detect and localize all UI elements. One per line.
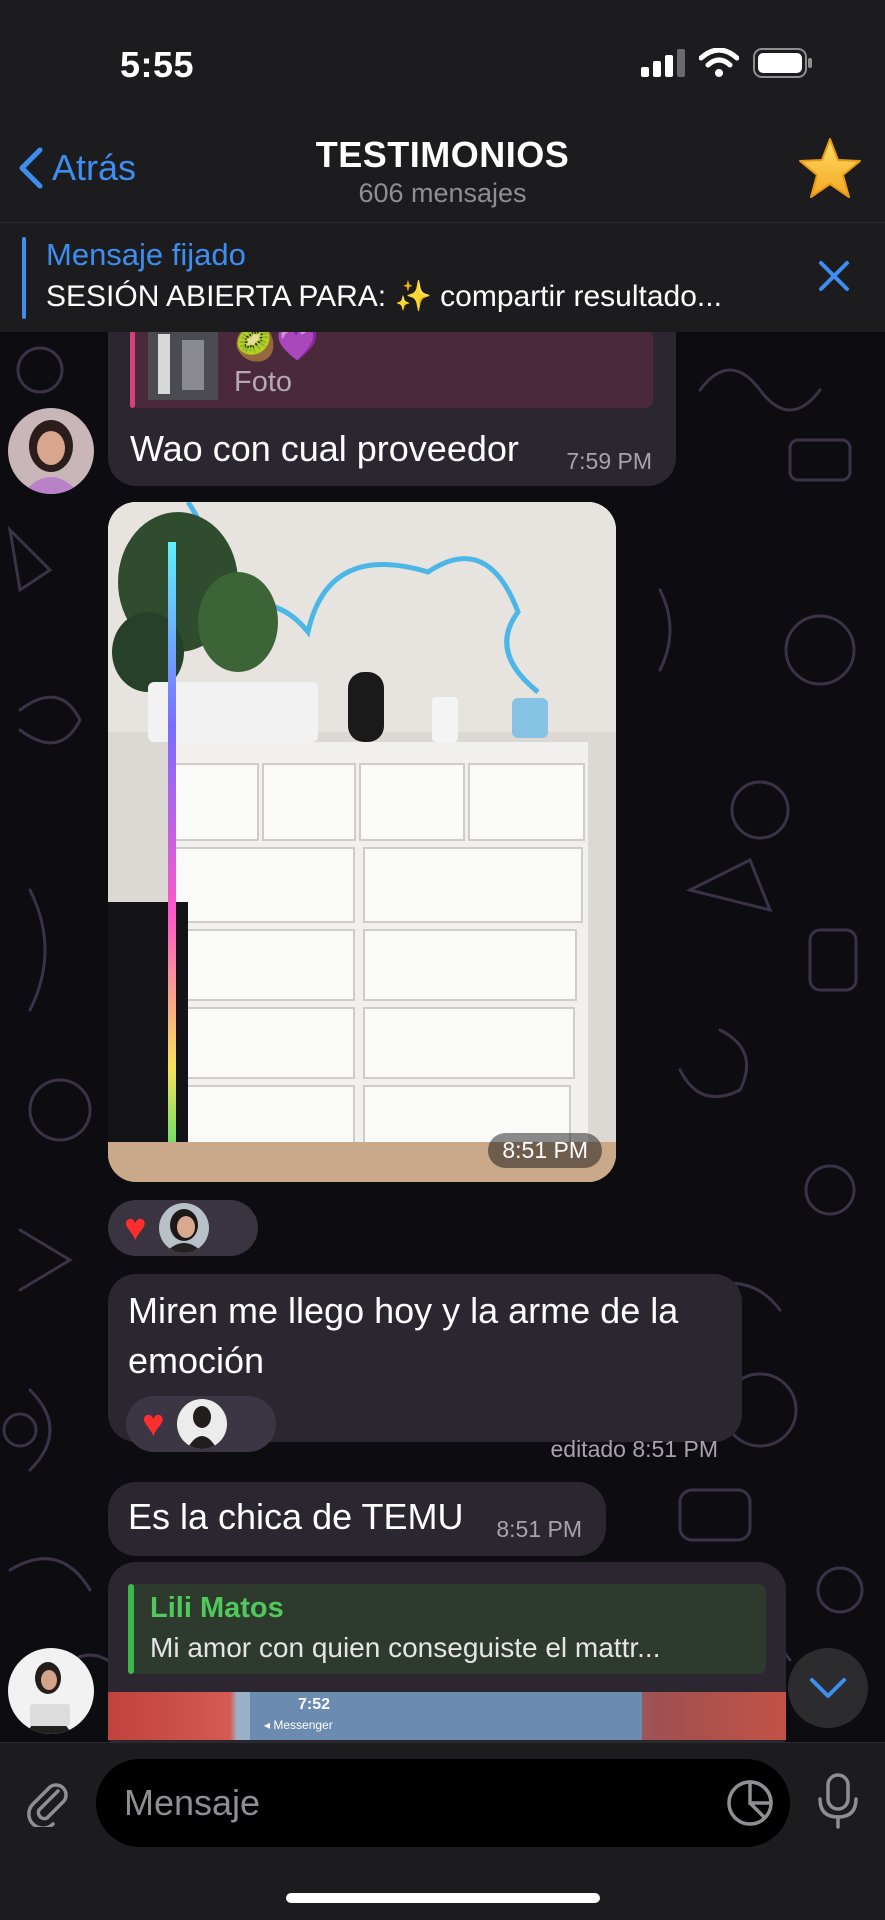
- message-bubble[interactable]: Miren me llego hoy y la arme de la emoci…: [108, 1274, 742, 1462]
- heart-icon: ♥: [142, 1403, 165, 1445]
- image-preview[interactable]: 7:52 ◂ Messenger: [108, 1692, 786, 1740]
- preview-time: 7:52: [298, 1696, 331, 1713]
- scroll-to-bottom-button[interactable]: [788, 1648, 868, 1728]
- reaction-chip[interactable]: ♥: [126, 1396, 276, 1452]
- chevron-down-icon: [810, 1678, 846, 1698]
- message-time: 7:59 PM: [566, 448, 652, 474]
- reactor-avatar: [176, 1399, 227, 1449]
- message-time: 8:51 PM: [496, 1516, 582, 1542]
- photo-time: 8:51 PM: [488, 1133, 602, 1168]
- pinned-text: SESIÓN ABIERTA PARA: ✨ compartir resulta…: [46, 280, 722, 313]
- status-icons: [641, 48, 813, 78]
- heart-icon: ♥: [124, 1207, 147, 1249]
- chat-title[interactable]: TESTIMONIOS: [0, 134, 885, 176]
- message-text: Es la chica de TEMU: [128, 1496, 464, 1537]
- preview-app: ◂ Messenger: [264, 1718, 333, 1732]
- reply-sender: Lili Matos: [150, 1592, 284, 1624]
- message-text: Wao con cual proveedor: [130, 428, 519, 469]
- reply-bar: [130, 330, 135, 408]
- message-field[interactable]: [96, 1759, 790, 1847]
- photo-message[interactable]: 8:51 PM: [108, 502, 616, 1182]
- paperclip-icon[interactable]: [22, 1777, 72, 1827]
- navigation-header: 5:55 Atrás TESTIMONIOS 606 mensajes: [0, 0, 885, 222]
- reply-text: Mi amor con quien conseguiste el mattr..…: [150, 1632, 661, 1663]
- sender-avatar[interactable]: [8, 408, 94, 494]
- pinned-message-bar[interactable]: Mensaje fijado SESIÓN ABIERTA PARA: ✨ co…: [0, 222, 885, 332]
- status-time: 5:55: [120, 44, 195, 85]
- message-text: Miren me llego hoy y la arme de la emoci…: [128, 1290, 679, 1381]
- microphone-icon[interactable]: [812, 1771, 864, 1831]
- reply-thumbnail: [148, 330, 218, 400]
- reply-quote[interactable]: 🥝💜 Foto: [130, 325, 653, 408]
- reactor-avatar: [158, 1203, 209, 1253]
- reply-bar: [128, 1584, 134, 1674]
- member-count: 606 mensajes: [358, 178, 527, 208]
- chat-screen: Wao con cual proveedor 7:59 PM 🥝💜 Foto 8…: [0, 0, 885, 1920]
- sticker-icon[interactable]: [724, 1777, 776, 1829]
- home-indicator: [286, 1893, 600, 1903]
- sender-avatar[interactable]: [8, 1648, 94, 1734]
- reaction-chip[interactable]: ♥: [108, 1200, 258, 1256]
- wifi-icon: [699, 48, 739, 77]
- message-time: editado 8:51 PM: [550, 1436, 718, 1462]
- message-input-bar: [0, 1742, 885, 1920]
- message-input[interactable]: [124, 1759, 694, 1847]
- reply-quote[interactable]: Lili Matos Mi amor con quien conseguiste…: [128, 1584, 766, 1674]
- pinned-label: Mensaje fijado: [46, 237, 246, 272]
- reply-label: Foto: [234, 366, 293, 398]
- star-icon[interactable]: [797, 136, 863, 202]
- close-icon[interactable]: [817, 259, 851, 293]
- message-bubble[interactable]: Es la chica de TEMU 8:51 PM: [108, 1482, 606, 1556]
- signal-icon: [641, 49, 685, 77]
- pinned-indicator: [22, 237, 26, 319]
- battery-icon: [753, 48, 812, 78]
